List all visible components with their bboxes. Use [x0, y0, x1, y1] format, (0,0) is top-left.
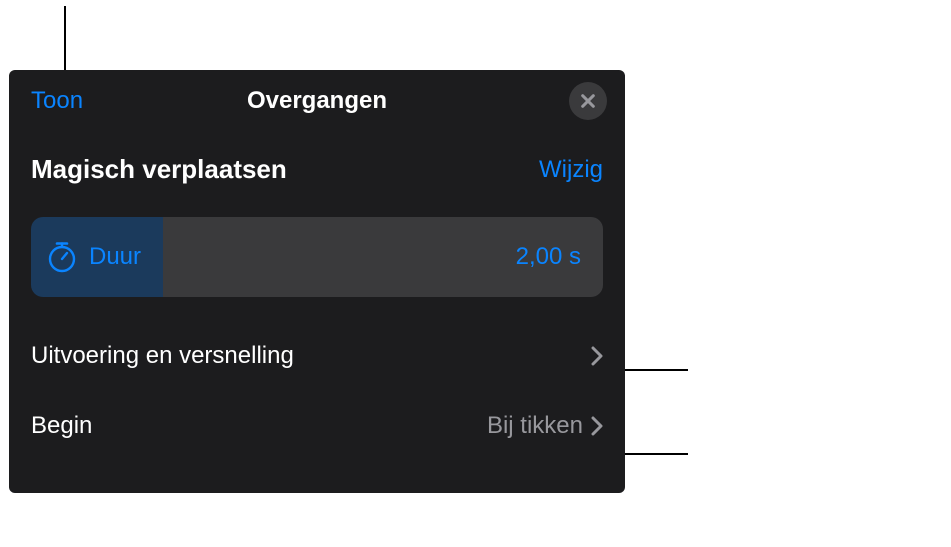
execution-label: Uitvoering en versnelling — [31, 342, 294, 370]
transitions-panel: Toon Overgangen Magisch verplaatsen Wijz… — [9, 70, 625, 493]
close-icon — [580, 93, 596, 109]
duration-left: Duur — [31, 217, 163, 297]
execution-acceleration-row[interactable]: Uitvoering en versnelling — [31, 321, 603, 391]
close-button[interactable] — [569, 82, 607, 120]
row-right — [591, 346, 603, 366]
duration-row[interactable]: Duur 2,00 s — [31, 217, 603, 297]
chevron-right-icon — [591, 416, 603, 436]
callout-line-top — [64, 6, 66, 70]
section-header: Magisch verplaatsen Wijzig — [31, 154, 603, 185]
panel-title: Overgangen — [247, 87, 387, 115]
duration-slider-track[interactable]: 2,00 s — [163, 217, 603, 297]
back-button[interactable]: Toon — [31, 87, 83, 115]
transition-name: Magisch verplaatsen — [31, 154, 287, 185]
duration-value: 2,00 s — [516, 243, 581, 271]
edit-button[interactable]: Wijzig — [539, 156, 603, 184]
begin-row[interactable]: Begin Bij tikken — [31, 391, 603, 461]
begin-value: Bij tikken — [487, 412, 583, 440]
duration-label: Duur — [89, 243, 141, 271]
stopwatch-icon — [45, 240, 79, 274]
panel-content: Magisch verplaatsen Wijzig Duur 2,00 s — [9, 132, 625, 461]
chevron-right-icon — [591, 346, 603, 366]
panel-header: Toon Overgangen — [9, 70, 625, 132]
row-right: Bij tikken — [487, 412, 603, 440]
begin-label: Begin — [31, 412, 92, 440]
